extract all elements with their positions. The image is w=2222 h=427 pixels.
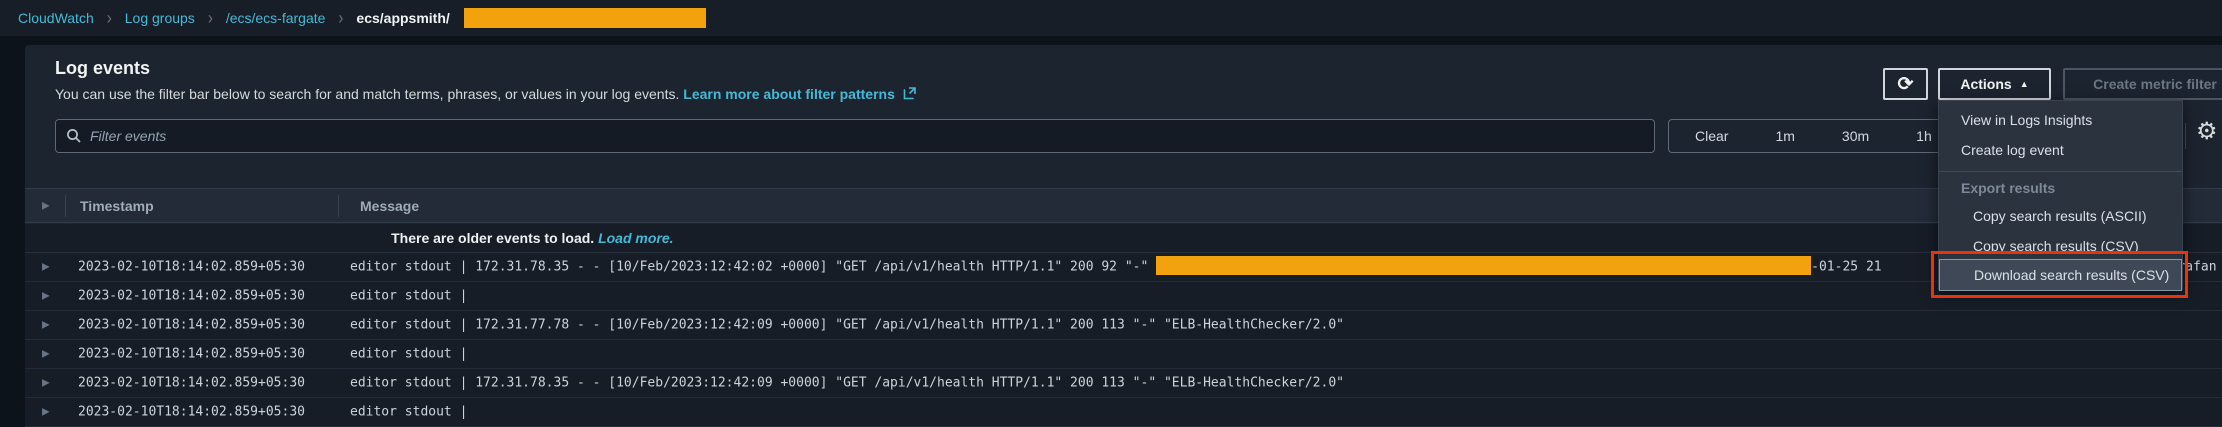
menu-divider: [1939, 171, 2182, 172]
redaction-bar: [464, 8, 706, 28]
table-row[interactable]: ▶ 2023-02-10T18:14:02.859+05:30 editor s…: [25, 282, 2222, 311]
toolbar-divider: [2185, 123, 2186, 149]
actions-button[interactable]: Actions ▲: [1938, 68, 2051, 100]
table-row[interactable]: ▶ 2023-02-10T18:14:02.859+05:30 editor s…: [25, 311, 2222, 340]
gear-icon[interactable]: ⚙: [2196, 117, 2218, 146]
table-row[interactable]: ▶ 2023-02-10T18:14:02.859+05:30 editor s…: [25, 253, 2222, 282]
menu-item-download-search-results-csv[interactable]: Download search results (CSV): [1939, 259, 2182, 291]
caret-up-icon: ▲: [2020, 79, 2029, 89]
row-timestamp: 2023-02-10T18:14:02.859+05:30: [78, 405, 305, 420]
table-row[interactable]: ▶ 2023-02-10T18:14:02.859+05:30 editor s…: [25, 398, 2222, 427]
breadcrumb-current: ecs/appsmith/: [356, 10, 449, 26]
expand-all-icon[interactable]: ▶: [42, 200, 50, 211]
time-range-30m[interactable]: 30m: [1842, 128, 1869, 144]
actions-menu: View in Logs Insights Create log event E…: [1938, 100, 2183, 290]
menu-item-copy-search-results-csv[interactable]: Copy search results (CSV): [1939, 231, 2182, 261]
redaction-bar: [1156, 256, 1811, 275]
filter-events-box: [55, 119, 1655, 153]
row-timestamp: 2023-02-10T18:14:02.859+05:30: [78, 289, 305, 304]
menu-item-create-log-event[interactable]: Create log event: [1939, 135, 2182, 165]
log-events-panel: Log events You can use the filter bar be…: [25, 45, 2222, 410]
row-expander-icon[interactable]: ▶: [42, 291, 50, 302]
search-icon: [66, 128, 82, 144]
table-header: ▶ Timestamp Message: [25, 188, 2222, 223]
breadcrumb-bar: CloudWatch › Log groups › /ecs/ecs-farga…: [0, 0, 2222, 36]
row-message: editor stdout | 172.31.78.35 - - [10/Feb…: [350, 259, 2217, 275]
column-divider: [65, 195, 66, 217]
chevron-right-icon: ›: [208, 7, 213, 28]
create-metric-filter-button[interactable]: Create metric filter: [2063, 68, 2222, 100]
menu-item-copy-search-results-ascii[interactable]: Copy search results (ASCII): [1939, 201, 2182, 231]
row-timestamp: 2023-02-10T18:14:02.859+05:30: [78, 318, 305, 333]
filter-events-input[interactable]: [90, 128, 1644, 144]
row-message: editor stdout | 172.31.78.35 - - [10/Feb…: [350, 376, 1344, 391]
row-expander-icon[interactable]: ▶: [42, 320, 50, 331]
log-rows: There are older events to load. Load mor…: [25, 224, 2222, 427]
row-expander-icon[interactable]: ▶: [42, 407, 50, 418]
breadcrumb-ecs-fargate[interactable]: /ecs/ecs-fargate: [226, 10, 326, 26]
row-expander-icon[interactable]: ▶: [42, 262, 50, 273]
row-timestamp: 2023-02-10T18:14:02.859+05:30: [78, 347, 305, 362]
row-message-text: editor stdout | 172.31.78.35 - - [10/Feb…: [350, 260, 1156, 275]
breadcrumb-log-groups[interactable]: Log groups: [125, 10, 195, 26]
table-row[interactable]: ▶ 2023-02-10T18:14:02.859+05:30 editor s…: [25, 369, 2222, 398]
breadcrumb-cloudwatch[interactable]: CloudWatch: [18, 10, 94, 26]
refresh-icon: ⟳: [1898, 75, 1914, 94]
refresh-button[interactable]: ⟳: [1883, 68, 1928, 100]
older-events-text: There are older events to load.: [391, 230, 598, 246]
table-row[interactable]: ▶ 2023-02-10T18:14:02.859+05:30 editor s…: [25, 340, 2222, 369]
menu-section-export-results: Export results: [1939, 175, 2182, 201]
create-metric-filter-label: Create metric filter: [2093, 76, 2217, 92]
breadcrumb: CloudWatch › Log groups › /ecs/ecs-farga…: [18, 8, 706, 28]
time-range-1m[interactable]: 1m: [1775, 128, 1794, 144]
older-events-row: There are older events to load. Load mor…: [25, 224, 2222, 253]
row-timestamp: 2023-02-10T18:14:02.859+05:30: [78, 376, 305, 391]
column-header-timestamp: Timestamp: [80, 198, 154, 214]
page-title: Log events: [55, 58, 150, 79]
time-range-1h[interactable]: 1h: [1916, 128, 1932, 144]
actions-button-label: Actions: [1960, 76, 2011, 92]
chevron-right-icon: ›: [107, 7, 112, 28]
column-header-message: Message: [360, 198, 419, 214]
row-expander-icon[interactable]: ▶: [42, 349, 50, 360]
row-timestamp: 2023-02-10T18:14:02.859+05:30: [78, 260, 305, 275]
row-message: editor stdout |: [350, 289, 467, 304]
column-divider: [338, 195, 339, 217]
row-message: editor stdout | 172.31.77.78 - - [10/Feb…: [350, 318, 1344, 333]
page-description: You can use the filter bar below to sear…: [55, 86, 917, 103]
chevron-right-icon: ›: [338, 7, 343, 28]
row-expander-icon[interactable]: ▶: [42, 378, 50, 389]
external-link-icon: [903, 86, 917, 103]
load-more-link[interactable]: Load more.: [598, 230, 673, 246]
row-message: editor stdout |: [350, 347, 467, 362]
learn-more-link[interactable]: Learn more about filter patterns: [683, 86, 895, 102]
menu-item-view-in-logs-insights[interactable]: View in Logs Insights: [1939, 105, 2182, 135]
time-range-clear[interactable]: Clear: [1695, 128, 1728, 144]
page-description-text: You can use the filter bar below to sear…: [55, 86, 679, 102]
row-message-text: -01-25 21: [1811, 260, 1881, 275]
row-message: editor stdout |: [350, 405, 467, 420]
